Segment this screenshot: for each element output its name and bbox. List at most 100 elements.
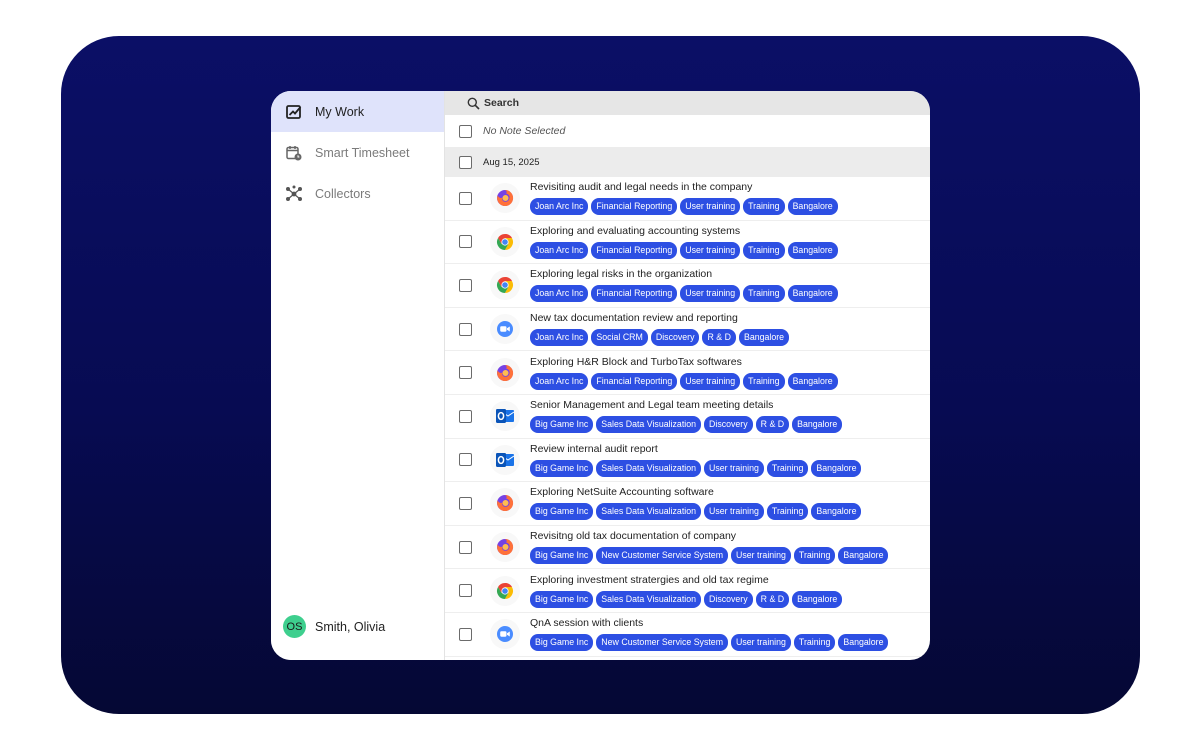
tag-chip[interactable]: Discovery (650, 329, 700, 347)
tag-chip[interactable]: User training (680, 372, 741, 390)
note-row[interactable]: Exploring investment stratergies and old… (445, 569, 930, 613)
note-row[interactable]: Review internal audit report Big Game Inc… (445, 439, 930, 483)
note-checkbox[interactable] (459, 584, 472, 598)
note-checkbox[interactable] (459, 496, 472, 510)
selection-row: No Note Selected (445, 115, 930, 147)
tag-chip[interactable]: Bangalore (792, 416, 843, 434)
tag-chip[interactable]: Big Game Inc (530, 634, 594, 652)
search-icon (467, 97, 480, 110)
sidebar-item-smart-timesheet[interactable]: Smart Timesheet (271, 132, 444, 173)
tag-chip[interactable]: Training (793, 547, 836, 565)
note-row[interactable]: Exploring and evaluating accounting syst… (445, 221, 930, 265)
note-row[interactable]: Revisiting audit and legal needs in the … (445, 177, 930, 221)
tag-chip[interactable]: Joan Arc Inc (530, 285, 589, 303)
tag-chip[interactable]: Discovery (704, 416, 753, 434)
note-title: Revisitng old tax documentation of compa… (530, 530, 737, 543)
note-checkbox[interactable] (459, 191, 472, 205)
tag-chip[interactable]: Financial Reporting (591, 198, 678, 216)
note-tags: Big Game Inc Sales Data Visualization User… (530, 503, 862, 521)
tag-chip[interactable]: Bangalore (838, 634, 889, 652)
note-checkbox[interactable] (459, 235, 472, 249)
tag-chip[interactable]: Financial Reporting (591, 372, 678, 390)
note-checkbox[interactable] (459, 322, 472, 336)
tag-chip[interactable]: Big Game Inc (530, 547, 594, 565)
note-row[interactable]: Senior Management and Legal team meeting… (445, 395, 930, 439)
note-row[interactable]: Revisitng old tax documentation of compa… (445, 526, 930, 570)
sidebar-item-collectors[interactable]: Collectors (271, 173, 444, 214)
tag-chip[interactable]: R & D (755, 416, 790, 434)
tag-chip[interactable]: Sales Data Visualization (596, 503, 702, 521)
tag-chip[interactable]: Bangalore (787, 198, 838, 216)
note-checkbox[interactable] (459, 453, 472, 467)
tag-chip[interactable]: Joan Arc Inc (530, 241, 589, 259)
tag-chip[interactable]: Joan Arc Inc (530, 198, 589, 216)
tag-chip[interactable]: New Customer Service System (596, 634, 729, 652)
tag-chip[interactable]: Big Game Inc (530, 503, 594, 521)
tag-chip[interactable]: Bangalore (811, 503, 862, 521)
tag-chip[interactable]: Social CRM (591, 329, 648, 347)
tag-chip[interactable]: New Customer Service System (596, 547, 729, 565)
tag-chip[interactable]: Bangalore (787, 285, 838, 303)
avatar: OS (283, 615, 306, 638)
date-group-checkbox[interactable] (459, 155, 472, 169)
tag-chip[interactable]: Bangalore (838, 547, 889, 565)
tag-chip[interactable]: Training (766, 503, 809, 521)
firefox-icon (490, 183, 520, 214)
tag-chip[interactable]: Financial Reporting (591, 241, 678, 259)
tag-chip[interactable]: User training (731, 547, 791, 565)
user-profile[interactable]: OS Smith, Olivia (283, 615, 385, 638)
sidebar-item-my-work[interactable]: My Work (271, 91, 444, 132)
tag-chip[interactable]: User training (704, 503, 764, 521)
tag-chip[interactable]: Bangalore (787, 372, 838, 390)
tag-chip[interactable]: Training (743, 198, 785, 216)
tag-chip[interactable]: User training (680, 241, 741, 259)
tag-chip[interactable]: Training (766, 459, 809, 477)
tag-chip[interactable]: Training (743, 241, 785, 259)
tag-chip[interactable]: User training (704, 459, 764, 477)
tag-chip[interactable]: Bangalore (738, 329, 790, 347)
tag-chip[interactable]: Joan Arc Inc (530, 329, 589, 347)
tag-chip[interactable]: Training (793, 634, 836, 652)
tag-chip[interactable]: User training (731, 634, 791, 652)
tag-chip[interactable]: Financial Reporting (591, 285, 678, 303)
timesheet-icon (285, 144, 303, 162)
note-content: Revisitng old tax documentation of compa… (530, 530, 889, 565)
tag-chip[interactable]: Big Game Inc (530, 416, 594, 434)
note-row[interactable]: QnA session with clients Big Game Inc New … (445, 613, 930, 657)
note-title: QnA session with clients (530, 617, 644, 630)
note-row[interactable]: Exploring NetSuite Accounting software Bi… (445, 482, 930, 526)
tag-chip[interactable]: Discovery (704, 590, 753, 608)
tag-chip[interactable]: Sales Data Visualization (596, 459, 702, 477)
sidebar: My Work Smart Timesheet Collectors OS Sm… (271, 91, 445, 660)
tag-chip[interactable]: Big Game Inc (530, 459, 594, 477)
note-tags: Joan Arc Inc Financial Reporting User trai… (530, 372, 838, 390)
note-checkbox[interactable] (459, 278, 472, 292)
tag-chip[interactable]: Bangalore (792, 590, 843, 608)
note-list: Revisiting audit and legal needs in the … (445, 177, 930, 657)
note-checkbox[interactable] (459, 366, 472, 380)
tag-chip[interactable]: Sales Data Visualization (596, 590, 702, 608)
select-all-checkbox[interactable] (459, 124, 472, 138)
note-title: Exploring legal risks in the organizatio… (530, 268, 713, 281)
tag-chip[interactable]: Bangalore (811, 459, 862, 477)
note-row[interactable]: Exploring H&R Block and TurboTax softwar… (445, 351, 930, 395)
selection-status: No Note Selected (483, 125, 566, 137)
note-content: Exploring legal risks in the organizatio… (530, 268, 838, 303)
search-bar[interactable]: Search (445, 91, 930, 115)
note-row[interactable]: Exploring legal risks in the organizatio… (445, 264, 930, 308)
tag-chip[interactable]: Big Game Inc (530, 590, 594, 608)
tag-chip[interactable]: Training (743, 285, 785, 303)
note-checkbox[interactable] (459, 409, 472, 423)
tag-chip[interactable]: User training (680, 198, 741, 216)
tag-chip[interactable]: Sales Data Visualization (596, 416, 702, 434)
tag-chip[interactable]: R & D (702, 329, 736, 347)
tag-chip[interactable]: Bangalore (787, 241, 838, 259)
tag-chip[interactable]: User training (680, 285, 741, 303)
tag-chip[interactable]: Training (743, 372, 785, 390)
tag-chip[interactable]: R & D (755, 590, 790, 608)
note-row[interactable]: New tax documentation review and reporti… (445, 308, 930, 352)
note-content: Exploring NetSuite Accounting software Bi… (530, 486, 862, 521)
note-checkbox[interactable] (459, 540, 472, 554)
note-checkbox[interactable] (459, 627, 472, 641)
tag-chip[interactable]: Joan Arc Inc (530, 372, 589, 390)
